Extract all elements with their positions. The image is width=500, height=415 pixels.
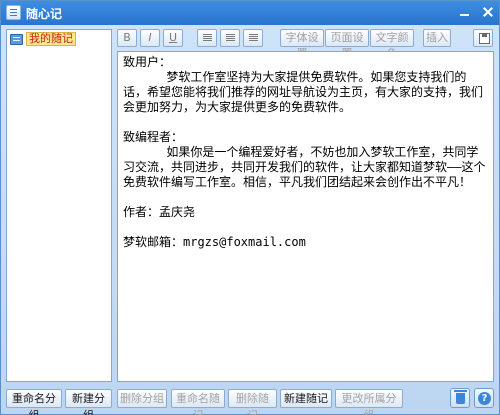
help-button[interactable]: ? (474, 388, 494, 408)
help-icon: ? (478, 392, 491, 405)
tree-item-my-notes[interactable]: 我的随记 (10, 32, 76, 46)
rename-group-button[interactable]: 重命名分组 (6, 389, 62, 415)
note-editor[interactable]: 致用户： 梦软工作室坚持为大家提供免费软件。如果您支持我们的话，希望您能将我们推… (117, 51, 494, 382)
close-button[interactable] (477, 3, 498, 21)
save-icon (479, 33, 490, 44)
align-left-button[interactable] (197, 29, 217, 47)
underline-button[interactable]: U (163, 29, 183, 47)
rename-note-button[interactable]: 重命名随记 (171, 389, 225, 415)
text-color-button[interactable]: 文字颜色 (370, 29, 414, 60)
delete-group-button[interactable]: 删除分组 (117, 389, 167, 408)
align-right-button[interactable] (243, 29, 263, 47)
page-settings-button[interactable]: 页面设置 (325, 29, 369, 60)
save-button[interactable] (473, 29, 493, 47)
title-bar[interactable]: 随心记 (1, 1, 499, 25)
bold-button[interactable]: B (117, 29, 137, 47)
editor-line: 如果你是一个编程爱好者，不妨也加入梦软工作室，共同学习交流，共同进步，共同开发我… (123, 145, 486, 189)
editor-line: 致用户： (123, 55, 172, 69)
insert-button[interactable]: 插入 (423, 29, 451, 47)
editor-line: 作者：孟庆尧 (123, 205, 196, 219)
new-group-button[interactable]: 新建分组 (65, 389, 112, 415)
italic-button[interactable]: I (140, 29, 160, 47)
font-settings-button[interactable]: 字体设置 (280, 29, 324, 60)
notepad-icon (6, 5, 21, 20)
trash-button[interactable] (450, 388, 470, 408)
align-center-icon (226, 34, 235, 35)
change-group-button[interactable]: 更改所属分组 (335, 389, 403, 415)
align-right-icon (249, 34, 258, 35)
note-tree[interactable]: 我的随记 (6, 29, 112, 382)
minimize-button[interactable] (454, 3, 475, 21)
align-left-icon (203, 34, 212, 35)
delete-note-button[interactable]: 删除随记 (228, 389, 277, 415)
editor-line: 梦软工作室坚持为大家提供免费软件。如果您支持我们的话，希望您能将我们推荐的网址导… (123, 70, 484, 114)
editor-line: 致编程者： (123, 130, 184, 144)
new-note-button[interactable]: 新建随记 (280, 389, 332, 408)
tree-item-label: 我的随记 (26, 32, 76, 46)
align-center-button[interactable] (220, 29, 240, 47)
editor-line: 梦软邮箱：mrgzs@foxmail.com (123, 235, 306, 249)
window-title: 随心记 (26, 7, 63, 21)
app-window: 随心记 我的随记 B I U 字体设置 页面设置 文字颜色 插入 致用户： 梦软… (0, 0, 500, 415)
trash-icon (454, 390, 467, 404)
book-icon (10, 33, 23, 45)
